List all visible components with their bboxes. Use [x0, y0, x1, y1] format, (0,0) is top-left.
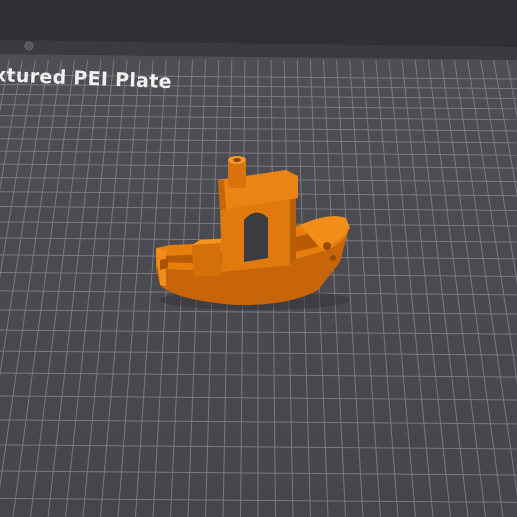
cabin-doorway	[244, 212, 268, 262]
porthole	[323, 242, 331, 250]
transom-rail	[160, 258, 168, 270]
cargo-box	[192, 243, 222, 277]
chimney-hole	[233, 158, 241, 162]
benchy-boat-model[interactable]	[0, 0, 517, 517]
chimney	[228, 160, 246, 188]
cabin-side	[290, 193, 296, 265]
3d-viewport[interactable]: xtured PEI Plate	[0, 0, 517, 517]
porthole	[330, 255, 336, 261]
